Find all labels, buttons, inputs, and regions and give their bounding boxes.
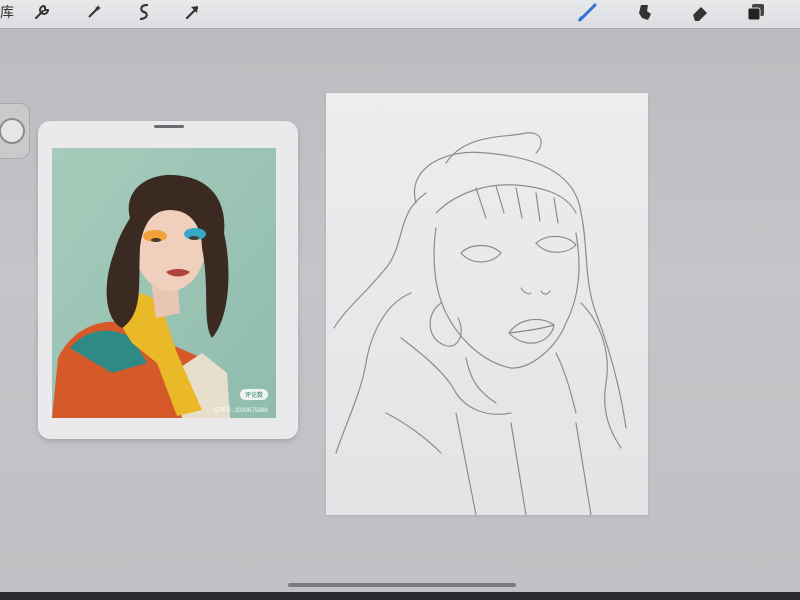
gallery-button[interactable]: 库: [0, 2, 14, 22]
drawing-canvas[interactable]: [326, 93, 648, 516]
pencil-sketch: [333, 132, 627, 516]
brush-icon[interactable]: [574, 0, 602, 24]
reference-badge: 评论数: [239, 389, 268, 400]
sidebar-slider-handle[interactable]: [0, 103, 30, 159]
top-toolbar: 库: [0, 0, 800, 29]
smudge-icon[interactable]: [630, 0, 658, 24]
wrench-icon[interactable]: [28, 0, 56, 24]
reference-window[interactable]: 评论数 红书号: 2039675886: [38, 121, 298, 439]
device-bezel: [0, 592, 800, 600]
eraser-icon[interactable]: [686, 0, 714, 24]
transform-arrow-icon[interactable]: [178, 0, 206, 24]
reference-photo: 评论数 红书号: 2039675886: [52, 148, 276, 418]
selection-icon[interactable]: [130, 0, 158, 24]
magic-wand-icon[interactable]: [80, 0, 108, 24]
layers-icon[interactable]: [742, 0, 770, 24]
reference-drag-handle[interactable]: [154, 125, 184, 128]
home-indicator[interactable]: [288, 583, 516, 587]
brush-size-knob[interactable]: [0, 118, 25, 144]
reference-watermark: 红书号: 2039675886: [213, 408, 268, 414]
